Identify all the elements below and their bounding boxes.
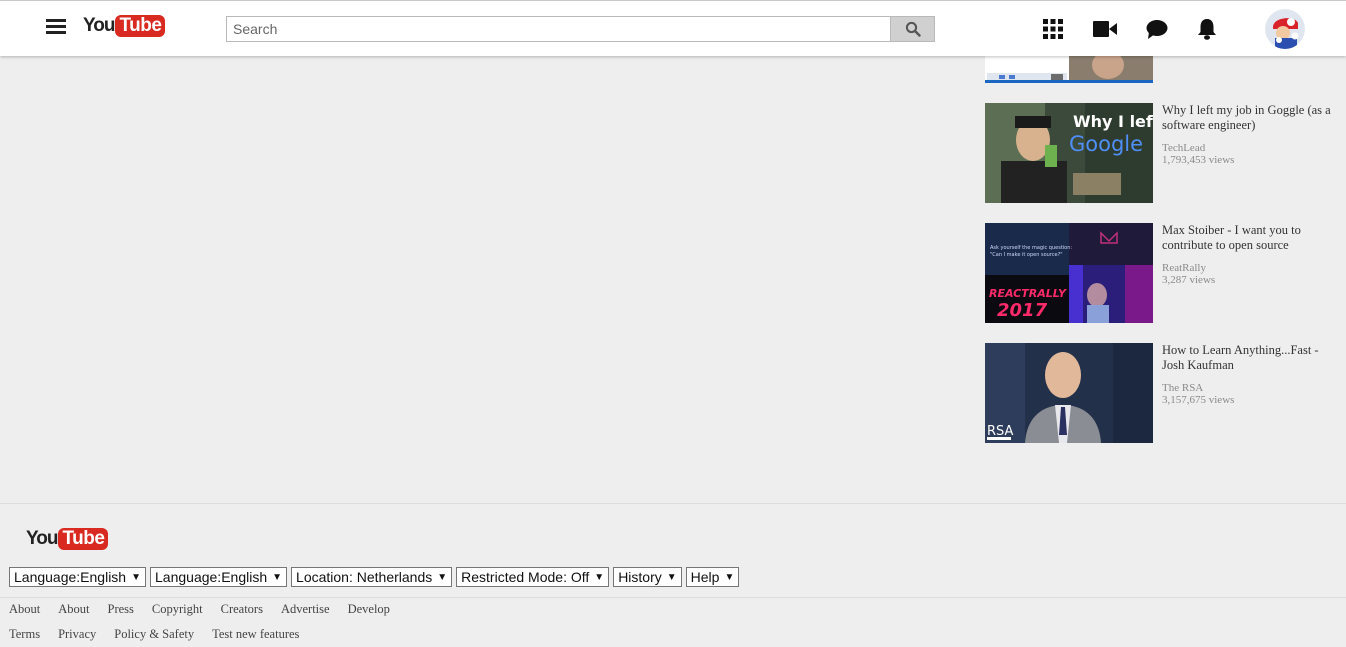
dropdown-arrow-icon: ▼	[724, 571, 735, 583]
masthead: You Tube	[0, 0, 1346, 56]
thumb-caption: REACTRALLY	[989, 287, 1067, 300]
search-icon	[905, 21, 921, 37]
thumb-slide-text: "Can I make it open source?"	[990, 252, 1063, 258]
help-label: Help	[690, 569, 720, 585]
help-button[interactable]: Help ▼	[685, 567, 740, 587]
avatar[interactable]	[1265, 9, 1305, 49]
related-video-item[interactable]: Why I left Google Why I left my job in G…	[985, 103, 1332, 203]
restricted-mode-label: Restricted Mode: Off	[461, 569, 590, 585]
channel-name[interactable]: The RSA	[1162, 382, 1332, 394]
dropdown-arrow-icon: ▼	[437, 571, 448, 583]
dropdown-arrow-icon: ▼	[666, 571, 677, 583]
chat-bubble-icon[interactable]	[1145, 17, 1169, 41]
logo-you-text: You	[83, 15, 116, 36]
channel-name[interactable]: TechLead	[1162, 142, 1332, 154]
related-video-item[interactable]: Ask yourself the magic question: "Can I …	[985, 223, 1330, 323]
language-label: Language:English	[155, 569, 268, 585]
view-count: 1,793,453 views	[1162, 154, 1235, 166]
thumb-google-text: Google	[1069, 132, 1143, 156]
history-button[interactable]: History ▼	[613, 567, 682, 587]
video-title[interactable]: Why I left my job in Goggle (as a softwa…	[1162, 103, 1332, 133]
thumb-year: 2017	[997, 300, 1048, 321]
video-info: Why I left my job in Goggle (as a softwa…	[1162, 103, 1332, 166]
video-info: How to Learn Anything...Fast - Josh Kauf…	[1162, 343, 1332, 406]
video-title[interactable]: Max Stoiber - I want you to contribute t…	[1162, 223, 1332, 253]
footer-links-secondary: Terms Privacy Policy & Safety Test new f…	[9, 627, 317, 642]
footer-links-primary: About About Press Copyright Creators Adv…	[9, 602, 408, 617]
dropdown-arrow-icon: ▼	[272, 571, 283, 583]
footer-link-copyright[interactable]: Copyright	[152, 602, 203, 617]
footer-link-advertise[interactable]: Advertise	[281, 602, 330, 617]
language-label: Language:English	[14, 569, 127, 585]
language-button[interactable]: Language:English ▼	[9, 567, 147, 587]
footer-link-creators[interactable]: Creators	[221, 602, 263, 617]
related-video-item[interactable]: RSA How to Learn Anything...Fast - Josh …	[985, 343, 1330, 443]
footer-buttons: Language:English ▼ Language:English ▼ Loca…	[9, 567, 740, 587]
footer-link-policy-safety[interactable]: Policy & Safety	[114, 627, 194, 642]
footer-link-test-new-features[interactable]: Test new features	[212, 627, 299, 642]
thumb-slide-text: Ask yourself the magic question:	[990, 245, 1072, 251]
video-thumbnail[interactable]: Ask yourself the magic question: "Can I …	[985, 223, 1153, 323]
logo-tube-text: Tube	[115, 15, 166, 37]
view-count: 3,287 views	[1162, 274, 1216, 286]
video-thumbnail[interactable]: RSA	[985, 343, 1153, 443]
footer-link-terms[interactable]: Terms	[9, 627, 40, 642]
channel-name[interactable]: ReatRally	[1162, 262, 1332, 274]
bell-icon[interactable]	[1195, 17, 1219, 41]
restricted-mode-button[interactable]: Restricted Mode: Off ▼	[456, 567, 610, 587]
footer-link-about[interactable]: About	[9, 602, 40, 617]
history-label: History	[618, 569, 662, 585]
location-button[interactable]: Location: Netherlands ▼	[291, 567, 453, 587]
video-thumbnail[interactable]: Why I left Google	[985, 103, 1153, 203]
logo-tube-text: Tube	[58, 528, 109, 550]
apps-grid-icon[interactable]	[1041, 17, 1065, 41]
thumb-caption: RSA	[987, 424, 1014, 439]
dropdown-arrow-icon: ▼	[131, 571, 142, 583]
hamburger-menu-icon[interactable]	[46, 19, 66, 35]
video-camera-icon[interactable]	[1093, 17, 1117, 41]
search-bar	[226, 16, 935, 42]
video-title[interactable]: How to Learn Anything...Fast - Josh Kauf…	[1162, 343, 1332, 373]
location-label: Location: Netherlands	[296, 569, 433, 585]
footer-youtube-logo[interactable]: You Tube	[26, 528, 109, 550]
view-count: 3,157,675 views	[1162, 394, 1235, 406]
logo-you-text: You	[26, 528, 59, 549]
footer-link-press[interactable]: Press	[108, 602, 134, 617]
thumb-caption: Why I left	[1073, 112, 1153, 131]
footer-divider	[0, 597, 1346, 598]
footer-link-about[interactable]: About	[58, 602, 89, 617]
language-button[interactable]: Language:English ▼	[150, 567, 288, 587]
footer-link-privacy[interactable]: Privacy	[58, 627, 96, 642]
footer-divider	[0, 503, 1346, 504]
video-info: Max Stoiber - I want you to contribute t…	[1162, 223, 1332, 286]
search-input[interactable]	[226, 16, 891, 42]
footer-link-develop[interactable]: Develop	[348, 602, 390, 617]
dropdown-arrow-icon: ▼	[594, 571, 605, 583]
search-button[interactable]	[891, 16, 935, 42]
youtube-logo[interactable]: You Tube	[83, 15, 166, 37]
